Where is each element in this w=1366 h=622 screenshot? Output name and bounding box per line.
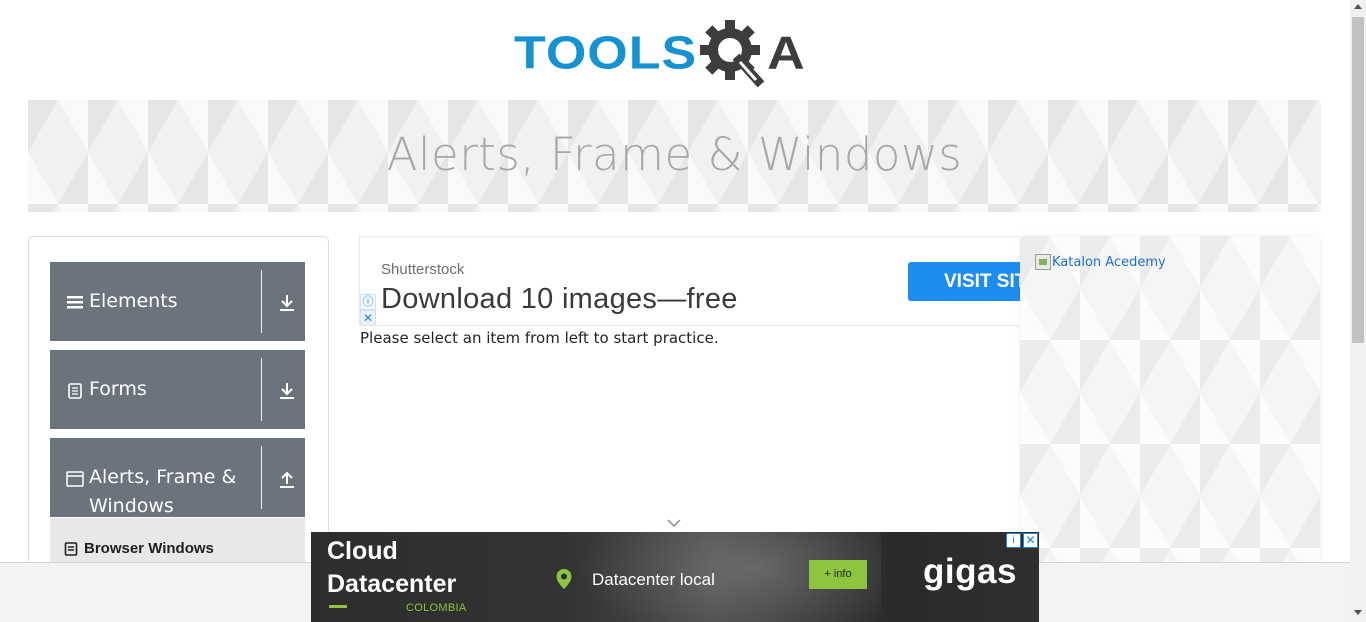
logo-text-tools: TOOLS <box>514 26 698 80</box>
scrollbar-thumb[interactable] <box>1352 17 1364 343</box>
menu-item-label: Browser Windows <box>84 540 214 557</box>
sidebar-group-elements[interactable]: Elements <box>50 262 305 342</box>
ad-headline: Download 10 images—free <box>381 283 738 315</box>
gigas-logo: gigas <box>923 552 1017 591</box>
sidebar-group-alerts-frame-windows[interactable]: Alerts, Frame & Windows <box>50 438 305 518</box>
page-scrollbar[interactable] <box>1350 0 1366 622</box>
divider <box>261 358 262 421</box>
download-arrow-icon <box>280 295 294 311</box>
katalon-ad-link[interactable]: Katalon Acedemy <box>1035 254 1166 270</box>
scroll-down-arrow-icon[interactable] <box>1354 610 1362 615</box>
menu-item-browser-windows[interactable]: Browser Windows <box>64 540 214 557</box>
left-nav-panel: Elements Forms Alerts, Frame & Windows B… <box>28 236 329 578</box>
ad-country: COLOMBIA <box>406 602 467 614</box>
sidebar-group-forms[interactable]: Forms <box>50 350 305 430</box>
toolsqa-logo[interactable]: TOOLS A <box>514 14 805 92</box>
sidebar-group-label: Forms <box>89 378 147 400</box>
practice-instruction: Please select an item from left to start… <box>360 329 719 347</box>
page-banner: Alerts, Frame & Windows <box>28 100 1321 212</box>
ad-title-line: Cloud <box>327 537 398 565</box>
more-info-button[interactable]: + info <box>809 560 867 589</box>
right-advertisement[interactable]: Katalon Acedemy <box>1020 236 1320 576</box>
page-title: Alerts, Frame & Windows <box>386 128 963 181</box>
sidebar-group-label: Alerts, Frame & <box>89 466 237 488</box>
visit-site-button[interactable]: VISIT SITE <box>908 262 1020 301</box>
download-arrow-icon <box>280 383 294 399</box>
list-icon <box>64 541 78 556</box>
location-pin-icon <box>556 569 572 589</box>
ad-location-text: Datacenter local <box>592 570 715 589</box>
katalon-alt-text: Katalon Acedemy <box>1052 254 1166 270</box>
ad-close-icon[interactable]: ✕ <box>1023 533 1038 548</box>
gear-magnifier-icon <box>700 20 765 88</box>
sidebar-group-label: Windows <box>89 495 174 517</box>
sidebar-group-label: Elements <box>89 290 178 312</box>
accent-line <box>329 605 347 608</box>
divider <box>261 446 262 509</box>
broken-image-icon <box>1035 254 1051 270</box>
scroll-up-arrow-icon[interactable] <box>1354 4 1362 9</box>
ad-brand: Shutterstock <box>381 261 465 278</box>
ad-close-icon[interactable]: ✕ <box>360 310 376 325</box>
document-icon <box>68 383 82 399</box>
logo-text-a: A <box>767 26 805 80</box>
page: TOOLS A Alerts, Frame & Windows Elements… <box>0 0 1366 622</box>
ad-info-icon[interactable]: i <box>1006 533 1021 548</box>
window-icon <box>66 471 84 487</box>
ad-title: Cloud Datacenter <box>327 535 456 601</box>
chevron-down-icon[interactable] <box>666 517 682 529</box>
ad-info-icon[interactable]: ⓘ <box>360 294 376 310</box>
hamburger-icon <box>67 296 83 309</box>
divider <box>261 270 262 333</box>
top-advertisement[interactable]: Shutterstock Download 10 images—free VIS… <box>359 236 1020 326</box>
ad-title-line: Datacenter <box>327 570 457 598</box>
bottom-advertisement[interactable]: Cloud Datacenter COLOMBIA Datacenter loc… <box>311 532 1039 622</box>
upload-arrow-icon <box>280 471 294 488</box>
